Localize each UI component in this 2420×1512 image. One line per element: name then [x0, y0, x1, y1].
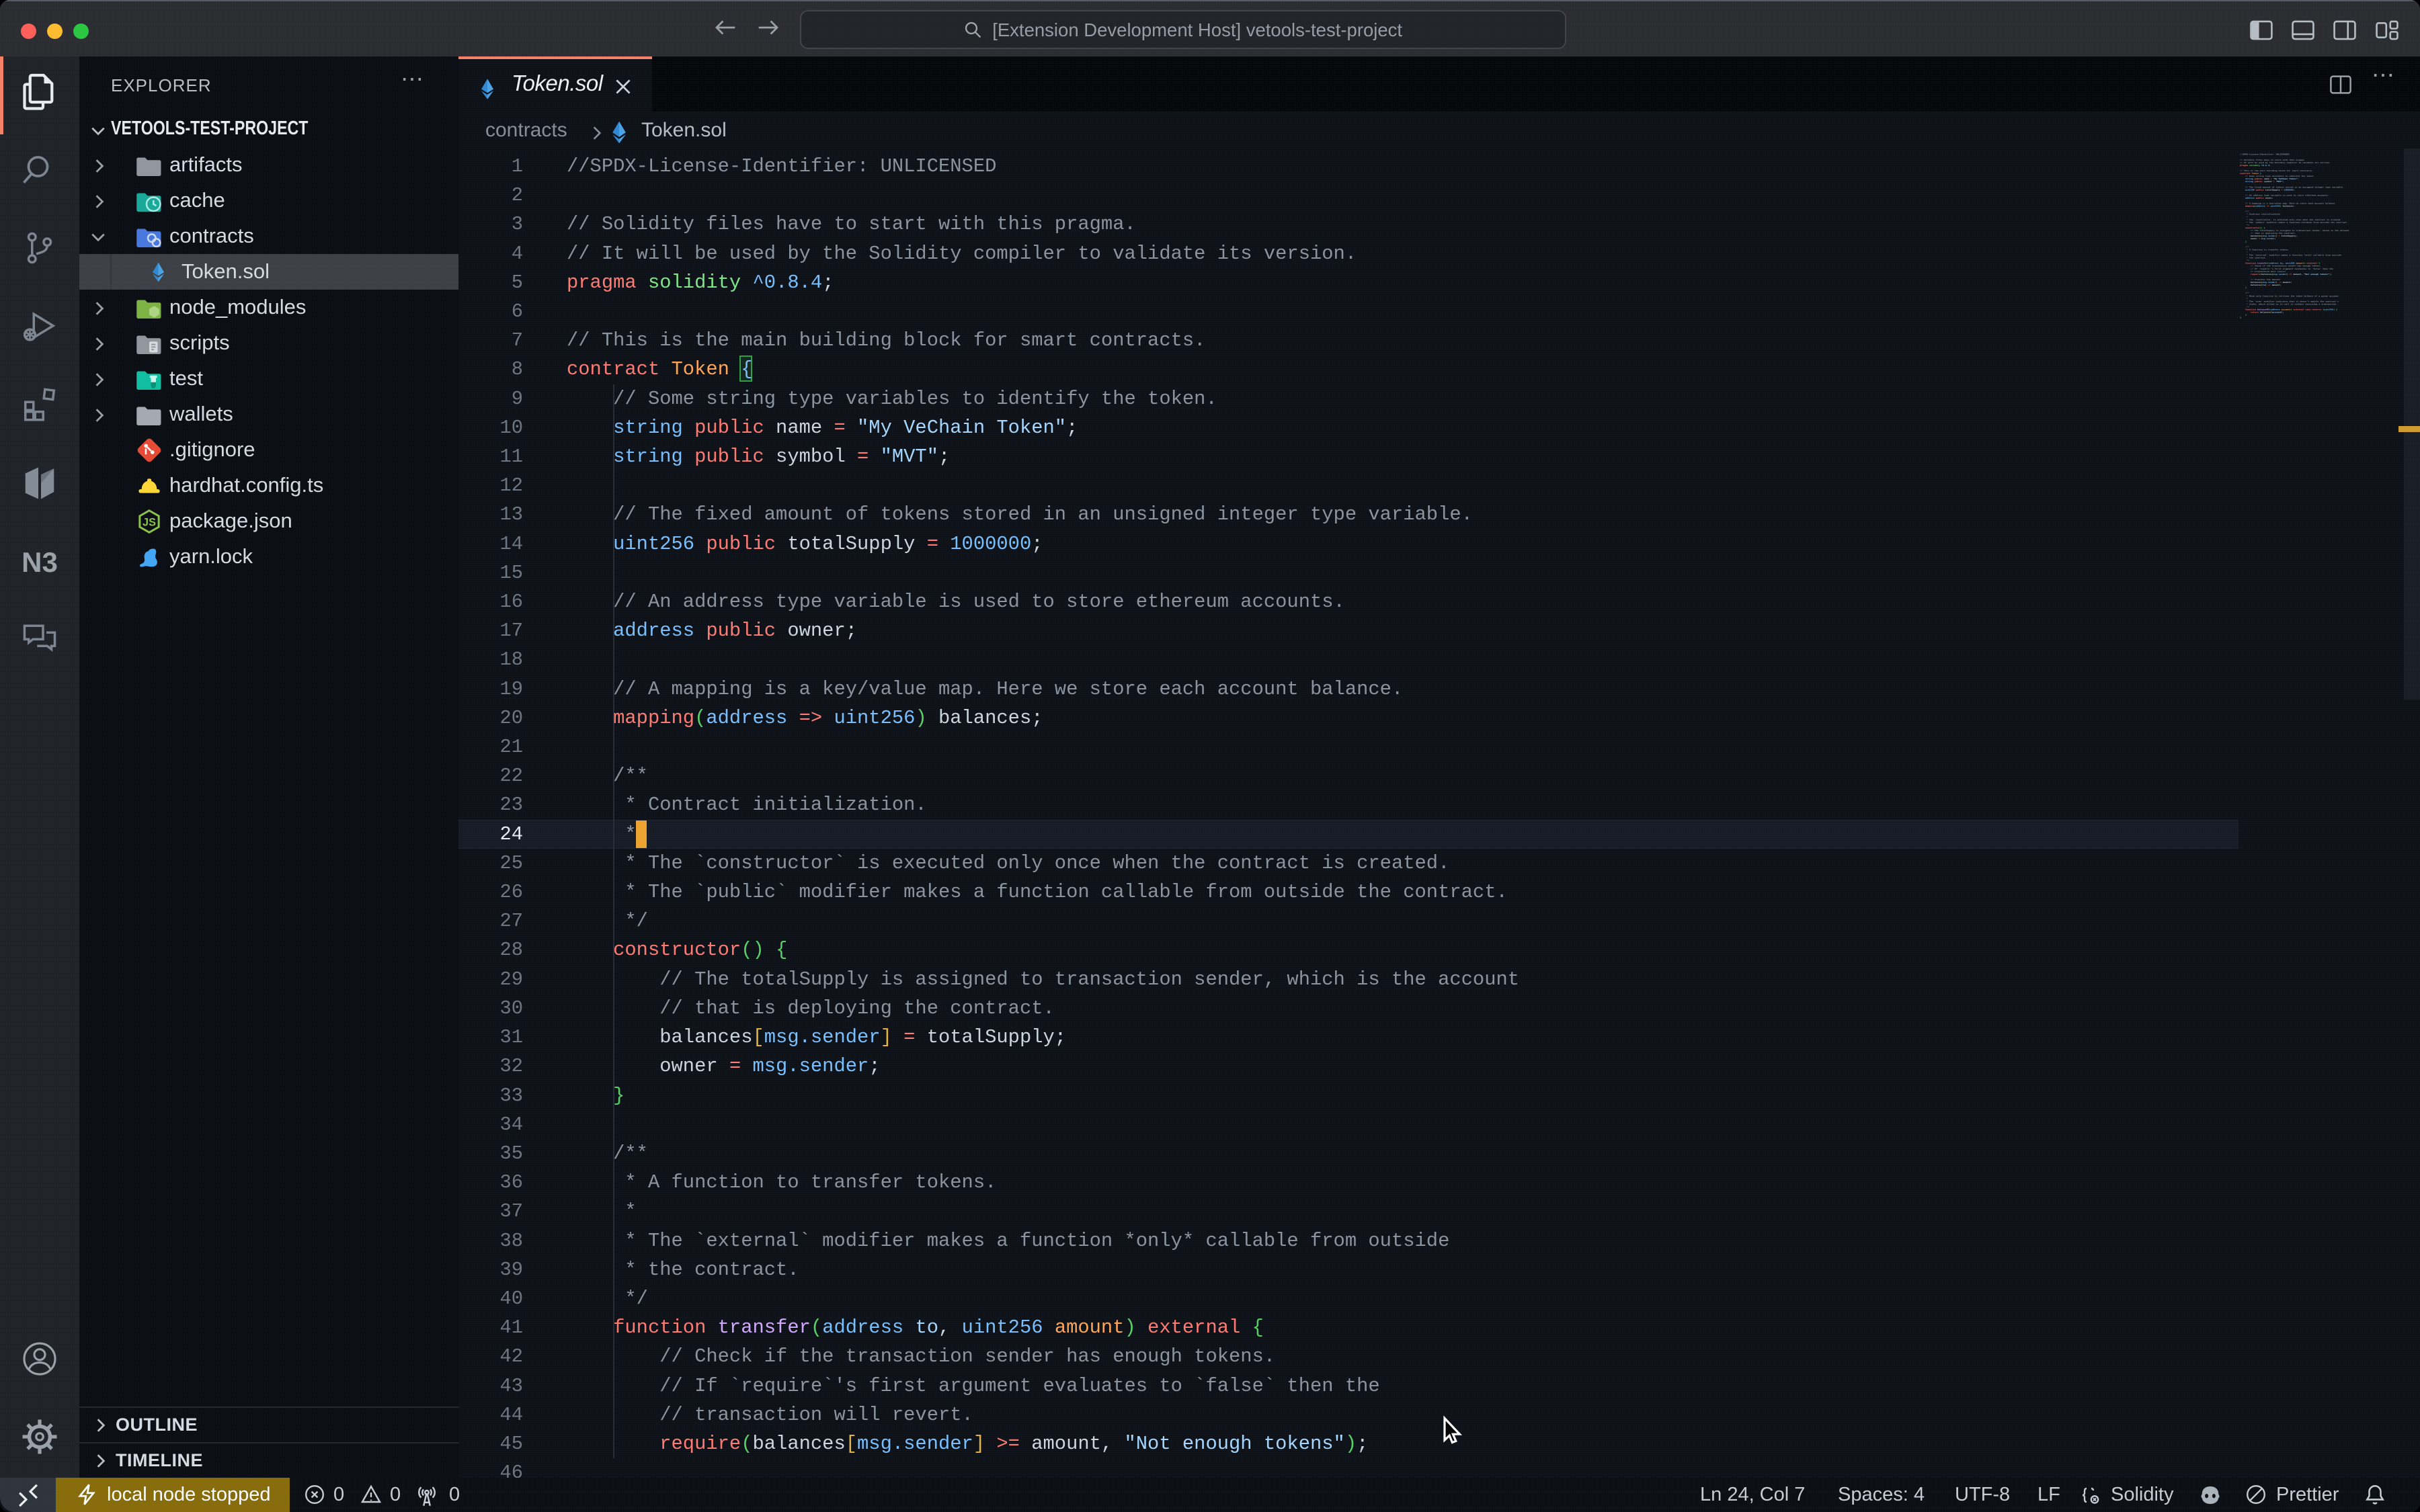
svg-text:JS: JS — [143, 516, 156, 528]
